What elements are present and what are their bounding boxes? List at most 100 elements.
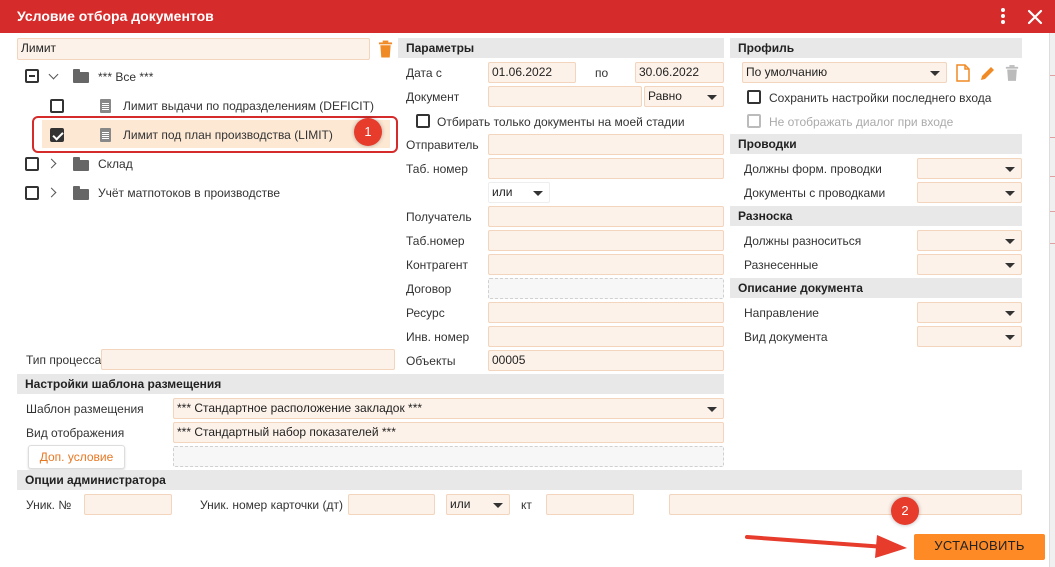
unique-no-label: Уник. № — [26, 498, 72, 512]
view-value: *** Стандартный набор показателей *** — [177, 425, 396, 439]
kt-input[interactable] — [546, 494, 634, 515]
direction-label: Направление — [744, 306, 819, 320]
distribution-header: Разноска — [730, 206, 1022, 226]
params-header: Параметры — [398, 38, 724, 58]
tab-no-input[interactable] — [488, 158, 724, 179]
my-stage-checkbox[interactable] — [416, 114, 430, 128]
my-stage-label: Отбирать только документы на моей стадии — [437, 115, 685, 129]
tree-item-deficit-label[interactable]: Лимит выдачи по подразделениям (DEFICIT) — [123, 99, 374, 113]
sender-label: Отправитель — [406, 138, 479, 152]
chevron-down-icon — [1005, 239, 1015, 244]
postings-header: Проводки — [730, 134, 1022, 154]
edit-pencil-icon[interactable] — [979, 64, 997, 82]
template-select[interactable]: *** Стандартное расположение закладок **… — [173, 398, 724, 419]
tree-item-limit-label[interactable]: Лимит под план производства (LIMIT) — [123, 128, 333, 142]
chevron-down-icon — [930, 71, 940, 76]
document-icon — [100, 99, 111, 113]
admin-or-select[interactable]: или — [446, 494, 510, 515]
doc-type-select[interactable] — [917, 326, 1022, 347]
admin-extra-input[interactable] — [669, 494, 1022, 515]
trash-icon[interactable] — [1005, 64, 1019, 82]
resource-label: Ресурс — [406, 306, 445, 320]
tab-no2-input[interactable] — [488, 230, 724, 251]
tab-no2-label: Таб.номер — [406, 234, 465, 248]
chevron-right-icon[interactable] — [46, 158, 57, 169]
folder-icon — [73, 157, 89, 171]
process-type-input[interactable] — [101, 349, 395, 370]
sender-input[interactable] — [488, 134, 724, 155]
must-form-postings-label: Должны форм. проводки — [744, 162, 882, 176]
tree-root-label[interactable]: *** Все *** — [98, 70, 153, 84]
docs-with-postings-select[interactable] — [917, 182, 1022, 203]
tree-item-deficit-checkbox[interactable] — [50, 99, 64, 113]
extra-condition-button[interactable]: Доп. условие — [28, 445, 125, 469]
tree-search-input[interactable]: Лимит — [17, 38, 370, 60]
tree-folder-production-label[interactable]: Учёт матпотоков в производстве — [98, 186, 280, 200]
new-document-icon[interactable] — [956, 64, 970, 82]
resource-input[interactable] — [488, 302, 724, 323]
counterparty-label: Контрагент — [406, 258, 469, 272]
chevron-down-icon[interactable] — [48, 69, 59, 80]
tab-no-label: Таб. номер — [406, 162, 468, 176]
template-value: *** Стандартное расположение закладок **… — [177, 401, 423, 415]
view-label: Вид отображения — [26, 426, 125, 440]
contract-label: Договор — [406, 282, 452, 296]
set-button[interactable]: УСТАНОВИТЬ — [914, 534, 1045, 560]
document-mode-select[interactable]: Равно — [644, 86, 724, 107]
extra-condition-field[interactable] — [173, 446, 724, 467]
objects-input[interactable]: 00005 — [488, 350, 724, 371]
no-dialog-checkbox[interactable] — [747, 114, 761, 128]
more-vertical-icon[interactable] — [997, 6, 1009, 26]
distributed-select[interactable] — [917, 254, 1022, 275]
folder-icon — [73, 69, 89, 83]
profile-header: Профиль — [730, 38, 1022, 58]
inv-no-label: Инв. номер — [406, 330, 470, 344]
close-icon[interactable] — [1024, 6, 1046, 28]
chevron-down-icon — [1005, 167, 1015, 172]
direction-select[interactable] — [917, 302, 1022, 323]
docs-with-postings-label: Документы с проводками — [744, 186, 886, 200]
date-to-input[interactable]: 30.06.2022 — [635, 62, 724, 83]
red-arrow-annotation — [745, 535, 907, 558]
or-select[interactable]: или — [488, 182, 550, 203]
chevron-down-icon — [1005, 311, 1015, 316]
date-from-input[interactable]: 01.06.2022 — [488, 62, 576, 83]
view-input[interactable]: *** Стандартный набор показателей *** — [173, 422, 724, 443]
tree-item-limit-checkbox[interactable] — [50, 128, 64, 142]
profile-select[interactable]: По умолчанию — [742, 62, 947, 83]
trash-icon[interactable] — [378, 40, 393, 58]
card-no-input[interactable] — [348, 494, 435, 515]
doc-desc-header: Описание документа — [730, 278, 1022, 298]
receiver-input[interactable] — [488, 206, 724, 227]
callout-badge-1: 1 — [354, 118, 382, 146]
must-form-postings-select[interactable] — [917, 158, 1022, 179]
callout-badge-2: 2 — [891, 497, 919, 525]
date-to-label: по — [595, 66, 609, 80]
tree-folder-warehouse-checkbox[interactable] — [25, 157, 39, 171]
chevron-down-icon — [1005, 263, 1015, 268]
admin-or-value: или — [450, 497, 471, 511]
document-input[interactable] — [488, 86, 642, 107]
objects-value: 00005 — [492, 353, 526, 367]
process-type-label: Тип процесса — [26, 353, 102, 367]
unique-no-input[interactable] — [84, 494, 172, 515]
save-last-settings-checkbox[interactable] — [747, 90, 761, 104]
tree-folder-production-checkbox[interactable] — [25, 186, 39, 200]
inv-no-input[interactable] — [488, 326, 724, 347]
tree-root-checkbox[interactable] — [25, 69, 39, 83]
chevron-right-icon[interactable] — [46, 187, 57, 198]
no-dialog-label: Не отображать диалог при входе — [769, 115, 954, 129]
counterparty-input[interactable] — [488, 254, 724, 275]
chevron-down-icon — [707, 407, 717, 412]
date-from-label: Дата с — [406, 66, 442, 80]
or-select-value: или — [492, 185, 513, 199]
tree-folder-warehouse-label[interactable]: Склад — [98, 157, 133, 171]
contract-input[interactable] — [488, 278, 724, 299]
admin-header: Опции администратора — [17, 470, 1022, 490]
background-window-edge — [1049, 33, 1055, 567]
window-title: Условие отбора документов — [17, 8, 214, 24]
profile-select-value: По умолчанию — [746, 65, 828, 79]
must-distribute-select[interactable] — [917, 230, 1022, 251]
tree-search-value: Лимит — [21, 41, 57, 55]
title-bar: Условие отбора документов — [0, 0, 1055, 33]
